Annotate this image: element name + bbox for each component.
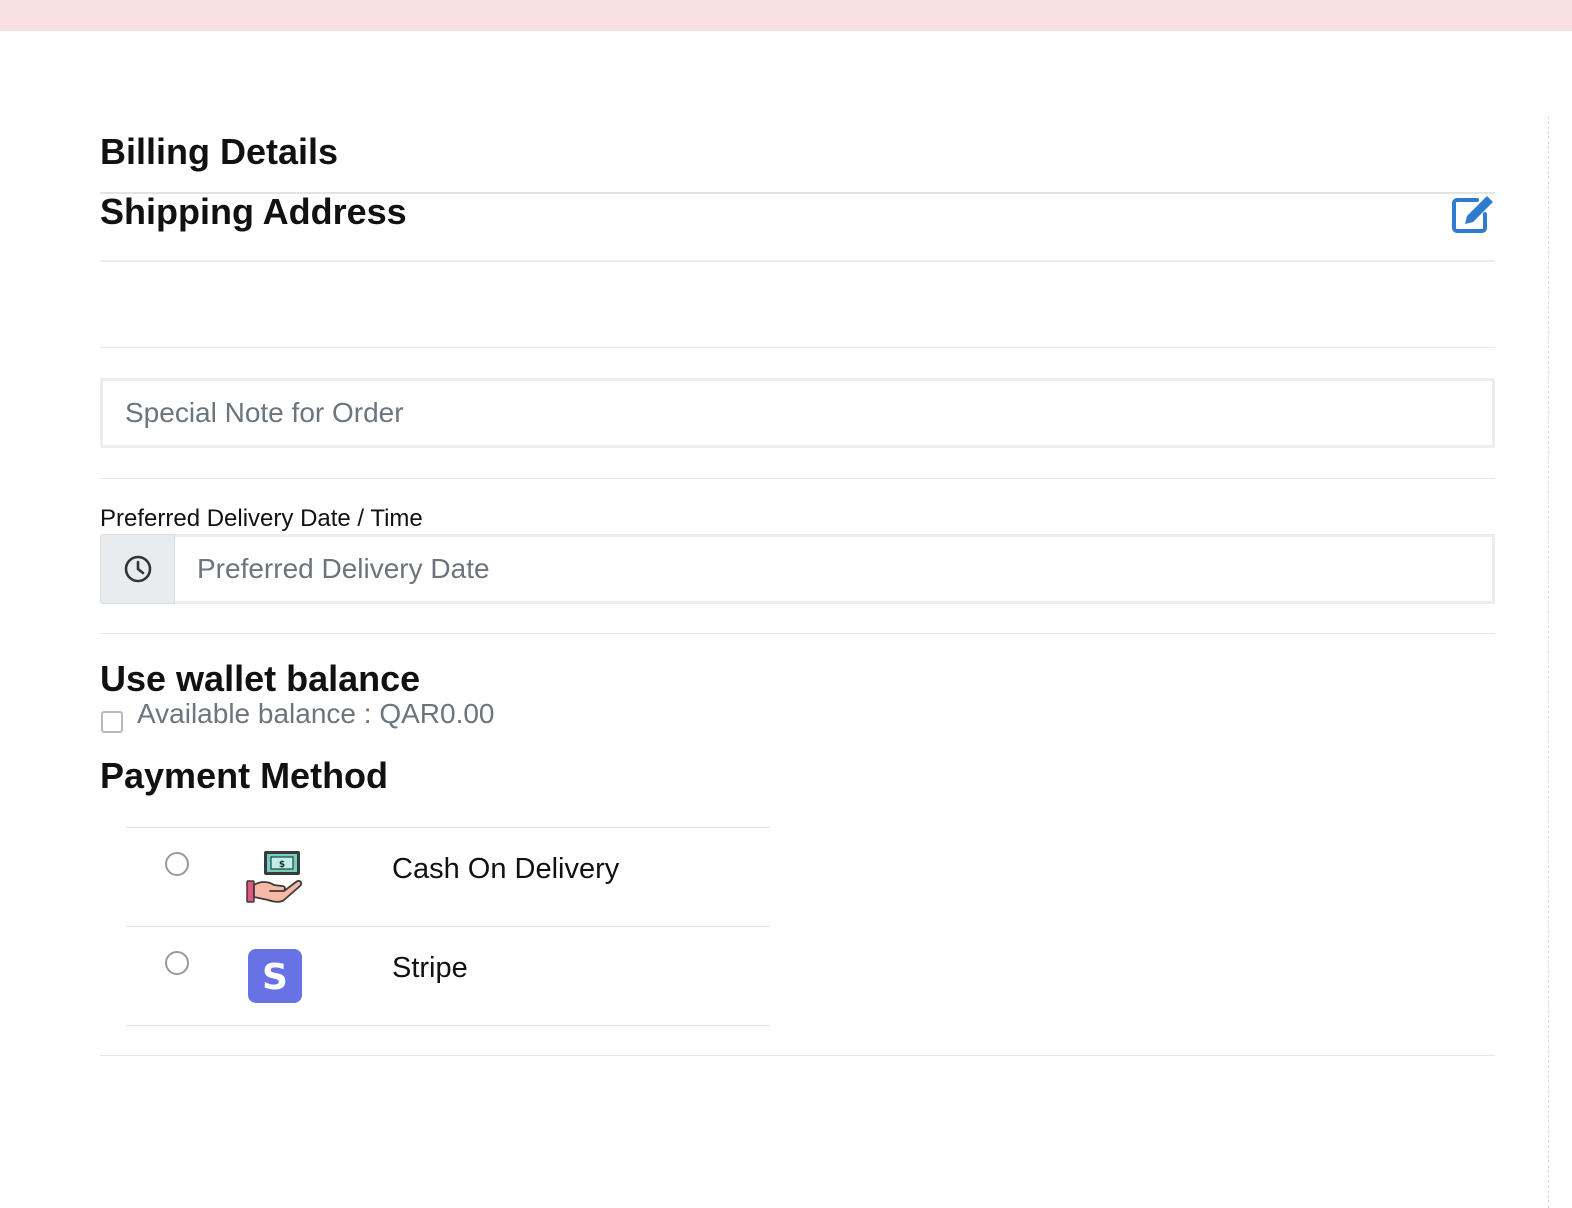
edit-shipping-address-button[interactable] [1451,194,1495,234]
edit-icon [1452,196,1493,233]
wallet-heading: Use wallet balance [100,658,421,699]
payment-method-list: $ Cash On Delivery S Stripe [126,827,770,1026]
delivery-date-addon[interactable] [100,534,175,604]
use-wallet-checkbox[interactable] [101,711,123,733]
payment-option-label: Stripe [392,952,468,984]
section-divider [100,633,1495,634]
special-note-input[interactable] [100,378,1495,448]
shipping-address-header: Shipping Address [100,191,1495,262]
payment-option-cash-on-delivery[interactable]: $ Cash On Delivery [126,828,770,927]
payment-option-stripe[interactable]: S Stripe [126,927,770,1026]
payment-radio[interactable] [165,852,189,876]
stripe-icon: S [248,949,302,1003]
stripe-icon-letter: S [262,957,288,998]
top-banner [0,0,1572,31]
right-border-rule [1548,116,1549,1208]
section-divider [100,347,1495,348]
payment-option-label: Cash On Delivery [392,853,620,885]
payment-method-heading: Payment Method [100,755,389,796]
payment-radio[interactable] [165,951,189,975]
delivery-date-label: Preferred Delivery Date / Time [100,505,423,532]
section-divider [100,478,1495,479]
available-balance-text: Available balance : QAR0.00 [137,698,495,729]
billing-details-heading: Billing Details [100,131,339,172]
section-divider [100,1055,1495,1056]
cash-on-delivery-icon: $ [246,851,303,903]
clock-icon [124,555,151,583]
svg-text:$: $ [279,860,285,870]
delivery-date-input[interactable] [175,534,1495,604]
shipping-address-heading: Shipping Address [100,191,407,232]
delivery-date-group [100,534,1495,604]
